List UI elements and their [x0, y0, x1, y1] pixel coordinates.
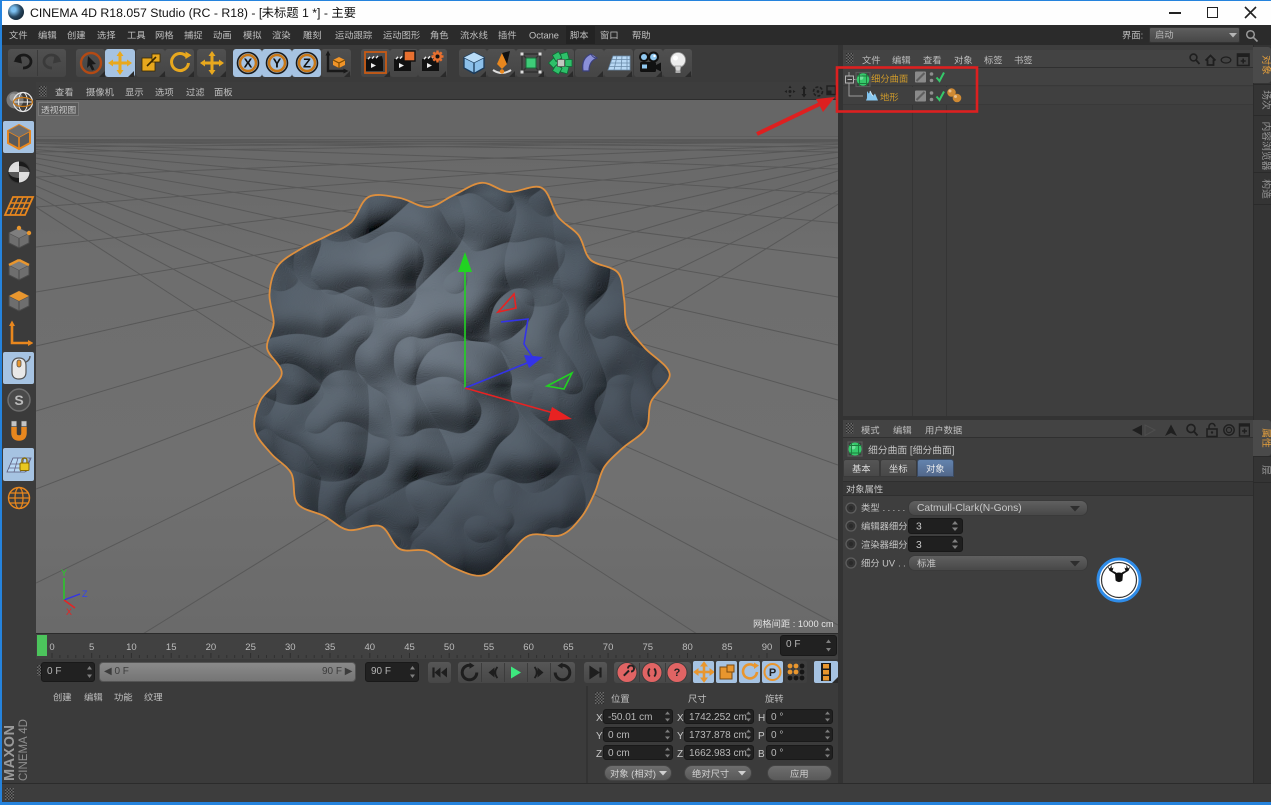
svg-text:Z: Z: [82, 589, 88, 599]
svg-text:Y: Y: [61, 568, 67, 578]
svg-text:Y: Y: [596, 731, 603, 742]
svg-text:P: P: [758, 731, 765, 742]
svg-text:Y: Y: [273, 56, 282, 71]
svg-text:Z: Z: [303, 56, 311, 71]
svg-text:S: S: [14, 392, 23, 408]
svg-text:B: B: [758, 749, 765, 760]
svg-text:?: ?: [674, 667, 681, 679]
svg-text:Y: Y: [677, 731, 684, 742]
svg-text:X: X: [596, 713, 603, 724]
svg-text:X: X: [677, 713, 684, 724]
svg-text:P: P: [769, 667, 776, 679]
svg-text:X: X: [244, 56, 253, 71]
svg-text:Z: Z: [677, 749, 683, 760]
svg-text:H: H: [758, 713, 765, 724]
svg-text:X: X: [66, 607, 72, 617]
svg-text:Z: Z: [596, 749, 602, 760]
